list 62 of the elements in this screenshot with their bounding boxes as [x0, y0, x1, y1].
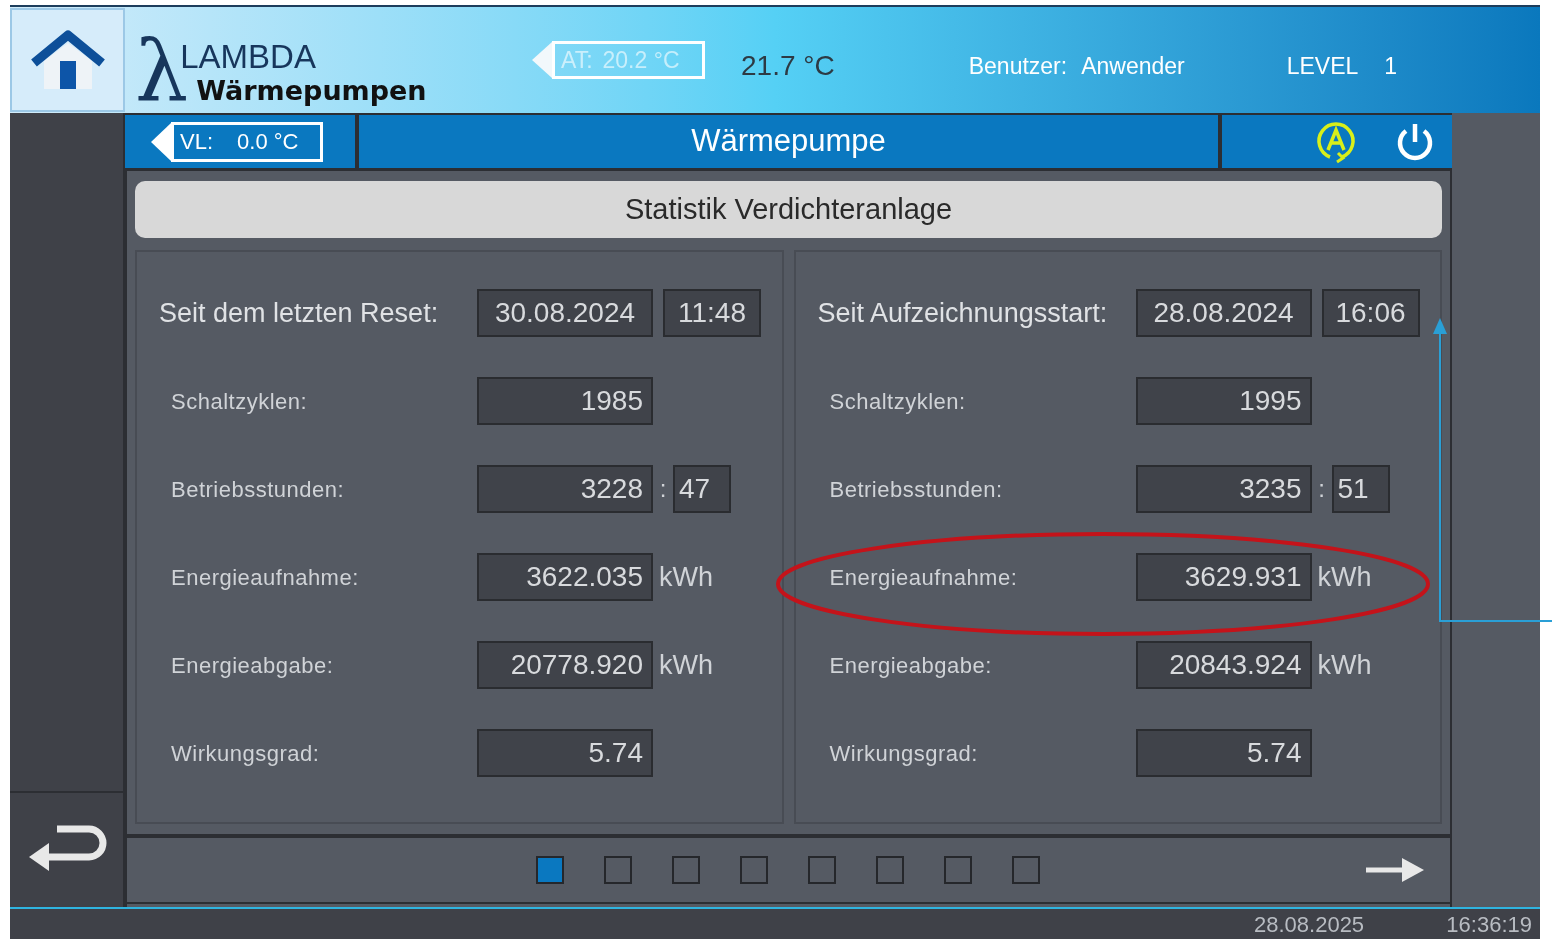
- row-label: Wirkungsgrad:: [829, 739, 979, 768]
- row-label: Schaltzyklen:: [829, 387, 967, 416]
- row-label: Betriebsstunden:: [829, 475, 1004, 504]
- value-field: 1985: [477, 377, 653, 425]
- level-value: 1: [1384, 52, 1398, 79]
- unit-label: kWh: [1317, 648, 1372, 682]
- unit-label: kWh: [1317, 560, 1372, 594]
- level-label: LEVEL: [1286, 52, 1359, 79]
- value-field: 5.74: [1135, 729, 1312, 777]
- unit-label: kWh: [659, 648, 713, 682]
- user-label: Benutzer:: [968, 52, 1068, 79]
- status-date: 28.08.2025: [1254, 910, 1365, 939]
- value-field: 3228: [477, 465, 653, 513]
- page-indicator[interactable]: [808, 856, 836, 884]
- user-name: Anwender: [1081, 52, 1185, 79]
- reset-since-label: Seit Aufzeichnungsstart:: [817, 296, 1109, 330]
- page-indicator[interactable]: [740, 856, 768, 884]
- page-indicator[interactable]: [536, 856, 564, 884]
- value-field: 3622.035: [477, 553, 653, 601]
- value-field: 20778.920: [477, 641, 653, 689]
- row-label: Schaltzyklen:: [171, 387, 309, 416]
- page-indicator[interactable]: [672, 856, 700, 884]
- date-field: 28.08.2024: [1135, 289, 1312, 337]
- left-pointer-icon: [532, 42, 552, 78]
- page-indicator[interactable]: [876, 856, 904, 884]
- row-label: Energieabgabe:: [829, 651, 993, 680]
- flow-temp-value: 0.0 °C: [237, 128, 299, 156]
- flow-temp-label: VL:: [180, 128, 214, 156]
- value-field: 51: [1331, 465, 1390, 513]
- row-label: Energieaufnahme:: [171, 563, 360, 592]
- row-label: Energieabgabe:: [171, 651, 335, 680]
- next-button[interactable]: [1366, 856, 1424, 884]
- page-indicator[interactable]: [1012, 856, 1040, 884]
- page-title: Statistik Verdichteranlage: [135, 181, 1442, 238]
- room-temperature: 21.7 °C: [741, 49, 835, 79]
- value-field: 47: [673, 465, 731, 513]
- page-indicator[interactable]: [944, 856, 972, 884]
- auto-mode-button[interactable]: [1314, 119, 1358, 164]
- page-indicator[interactable]: [604, 856, 632, 884]
- separator: :: [658, 474, 668, 504]
- row-label: Wirkungsgrad:: [171, 739, 321, 768]
- date-field: 30.08.2024: [477, 289, 653, 337]
- time-field: 11:48: [663, 289, 761, 337]
- unit-label: kWh: [659, 560, 713, 594]
- subheader-title: Wärmepumpe: [359, 115, 1218, 168]
- outdoor-temp-value: 20.2 °C: [602, 45, 680, 75]
- value-field: 3629.931: [1135, 553, 1312, 601]
- separator: :: [1317, 474, 1326, 504]
- reset-since-label: Seit dem letzten Reset:: [159, 296, 440, 330]
- value-field: 1995: [1135, 377, 1312, 425]
- value-field: 5.74: [477, 729, 653, 777]
- row-label: Betriebsstunden:: [171, 475, 346, 504]
- home-button[interactable]: [10, 8, 125, 112]
- time-field: 16:06: [1321, 289, 1420, 337]
- row-label: Energieaufnahme:: [829, 563, 1019, 592]
- status-time: 16:36:19: [1446, 910, 1532, 939]
- value-field: 20843.924: [1135, 641, 1312, 689]
- outdoor-temp-label: AT:: [561, 45, 593, 75]
- value-field: 3235: [1135, 465, 1312, 513]
- right-arrow-icon: [1366, 856, 1424, 884]
- auto-mode-icon: [1314, 119, 1358, 164]
- logo-tagline: Wärmepumpen: [196, 75, 427, 107]
